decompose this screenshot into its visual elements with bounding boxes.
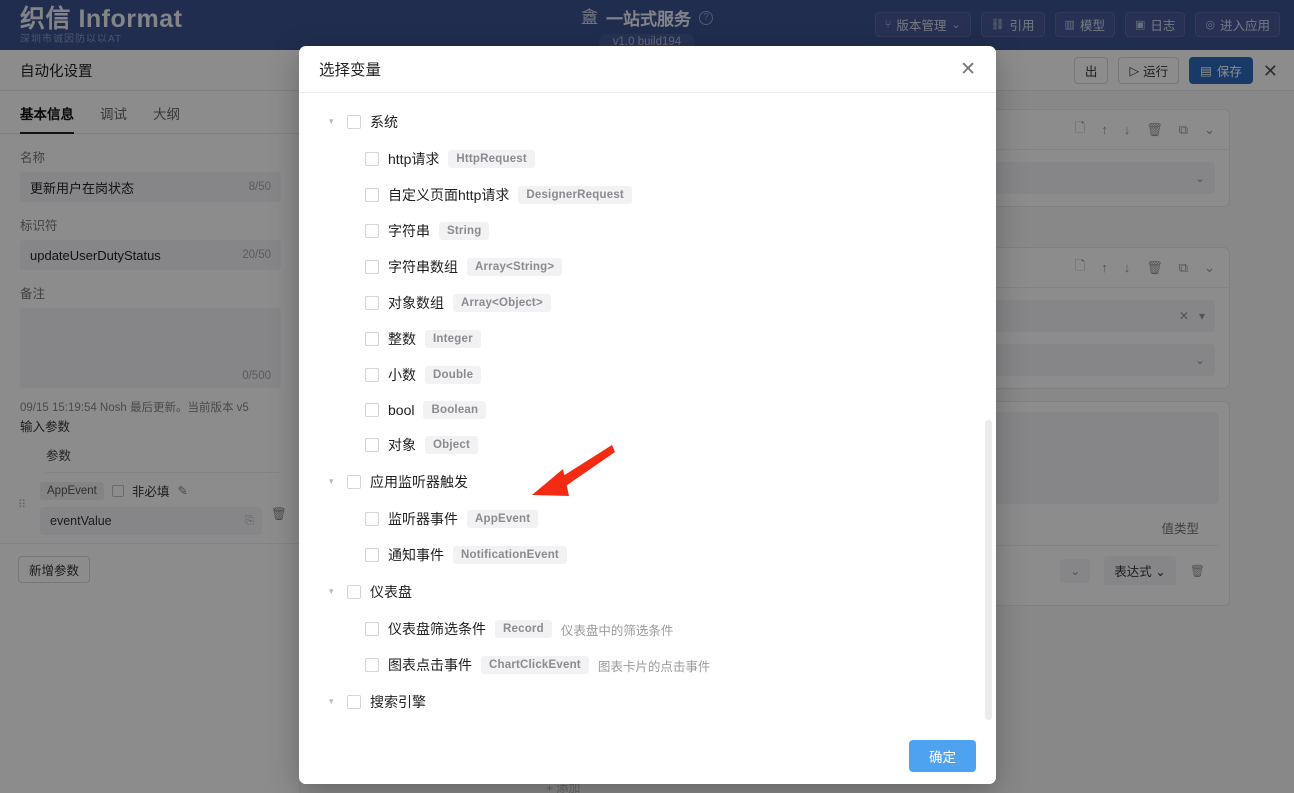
app-root: 织信 Informat 深圳市诚因防以以AT 盦 一站式服务 ? v1.0 bu…: [0, 0, 1294, 793]
chevron-down-icon[interactable]: ▾: [329, 586, 338, 597]
item-type-chip: Double: [425, 366, 482, 384]
tree-item-app-event[interactable]: 监听器事件 AppEvent: [315, 501, 980, 537]
item-type-chip: String: [439, 222, 490, 240]
group-checkbox-app-listener[interactable]: [347, 475, 361, 489]
item-description: 图表卡片的点击事件: [597, 659, 711, 674]
tree-item-integer[interactable]: 整数 Integer: [315, 321, 980, 357]
modal-scrollbar-thumb[interactable]: [985, 420, 992, 720]
tree-item-object-array[interactable]: 对象数组 Array<Object>: [315, 285, 980, 321]
item-type-chip: ChartClickEvent: [481, 656, 589, 674]
item-label: http请求: [388, 151, 440, 167]
tree-item-string[interactable]: 字符串 String: [315, 213, 980, 249]
tree-group-search-engine[interactable]: ▾ 搜索引擎: [315, 683, 980, 721]
item-checkbox[interactable]: [365, 332, 379, 346]
item-checkbox[interactable]: [365, 622, 379, 636]
group-checkbox-system[interactable]: [347, 115, 361, 129]
item-label: 自定义页面http请求: [388, 187, 510, 203]
group-checkbox-search-engine[interactable]: [347, 695, 361, 709]
item-type-chip: DesignerRequest: [518, 186, 632, 204]
tree-group-label: 应用监听器触发: [370, 474, 468, 490]
item-checkbox[interactable]: [365, 260, 379, 274]
item-type-chip: Integer: [425, 330, 481, 348]
item-type-chip: HttpRequest: [448, 150, 535, 168]
chevron-down-icon[interactable]: ▾: [329, 116, 338, 127]
group-checkbox-dashboard[interactable]: [347, 585, 361, 599]
item-checkbox[interactable]: [365, 368, 379, 382]
item-label: 仪表盘筛选条件: [388, 621, 486, 637]
item-label: 字符串: [388, 223, 430, 239]
item-label: 小数: [388, 367, 416, 383]
item-checkbox[interactable]: [365, 438, 379, 452]
item-checkbox[interactable]: [365, 224, 379, 238]
item-type-chip: Object: [425, 436, 478, 454]
item-label: 监听器事件: [388, 511, 458, 527]
item-description: 仪表盘中的筛选条件: [560, 623, 674, 638]
item-type-chip: Array<String>: [467, 258, 563, 276]
tree-group-system[interactable]: ▾ 系统: [315, 103, 980, 141]
item-label: 通知事件: [388, 547, 444, 563]
item-checkbox[interactable]: [365, 152, 379, 166]
tree-group-label: 仪表盘: [370, 584, 412, 600]
close-icon[interactable]: ✕: [960, 60, 976, 79]
tree-item-double[interactable]: 小数 Double: [315, 357, 980, 393]
tree-item-dashboard-filter[interactable]: 仪表盘筛选条件 Record 仪表盘中的筛选条件: [315, 611, 980, 647]
tree-item-designer-request[interactable]: 自定义页面http请求 DesignerRequest: [315, 177, 980, 213]
tree-item-chart-click-event[interactable]: 图表点击事件 ChartClickEvent 图表卡片的点击事件: [315, 647, 980, 683]
item-checkbox[interactable]: [365, 188, 379, 202]
partial-clipped-row: [315, 93, 980, 103]
item-label: 图表点击事件: [388, 657, 472, 673]
modal-title: 选择变量: [319, 62, 382, 79]
item-type-chip: NotificationEvent: [453, 546, 567, 564]
modal-body: ▾ 系统 http请求 HttpRequest 自定义页面http请求 Desi…: [299, 93, 996, 726]
tree-item-text-index-event[interactable]: 搜索引擎点击事件 TextIndexEvent 点击搜索结果后触发的事件: [315, 721, 980, 726]
tree-item-notification-event[interactable]: 通知事件 NotificationEvent: [315, 537, 980, 573]
item-type-chip: Boolean: [423, 401, 487, 419]
tree-group-label: 系统: [370, 114, 398, 130]
tree-group-label: 搜索引擎: [370, 694, 426, 710]
chevron-down-icon[interactable]: ▾: [329, 476, 338, 487]
modal-header: 选择变量 ✕: [299, 46, 996, 93]
item-checkbox[interactable]: [365, 403, 379, 417]
item-type-chip: Record: [495, 620, 552, 638]
item-label: bool: [388, 402, 415, 418]
chevron-down-icon[interactable]: ▾: [329, 696, 338, 707]
item-checkbox[interactable]: [365, 658, 379, 672]
item-type-chip: Array<Object>: [453, 294, 551, 312]
tree-item-boolean[interactable]: bool Boolean: [315, 393, 980, 427]
item-label: 整数: [388, 331, 416, 347]
item-label: 对象数组: [388, 295, 444, 311]
variable-tree: ▾ 系统 http请求 HttpRequest 自定义页面http请求 Desi…: [315, 93, 980, 726]
item-checkbox[interactable]: [365, 512, 379, 526]
item-label: 对象: [388, 437, 416, 453]
item-checkbox[interactable]: [365, 548, 379, 562]
tree-item-http-request[interactable]: http请求 HttpRequest: [315, 141, 980, 177]
item-checkbox[interactable]: [365, 296, 379, 310]
tree-group-dashboard[interactable]: ▾ 仪表盘: [315, 573, 980, 611]
tree-group-app-listener[interactable]: ▾ 应用监听器触发: [315, 463, 980, 501]
item-label: 字符串数组: [388, 259, 458, 275]
modal-footer: 确定: [299, 726, 996, 784]
select-variable-modal: 选择变量 ✕ ▾ 系统 http请求 HttpRequest 自定义页面http…: [299, 46, 996, 784]
item-type-chip: AppEvent: [467, 510, 539, 528]
confirm-button[interactable]: 确定: [909, 739, 976, 772]
tree-item-string-array[interactable]: 字符串数组 Array<String>: [315, 249, 980, 285]
tree-item-object[interactable]: 对象 Object: [315, 427, 980, 463]
